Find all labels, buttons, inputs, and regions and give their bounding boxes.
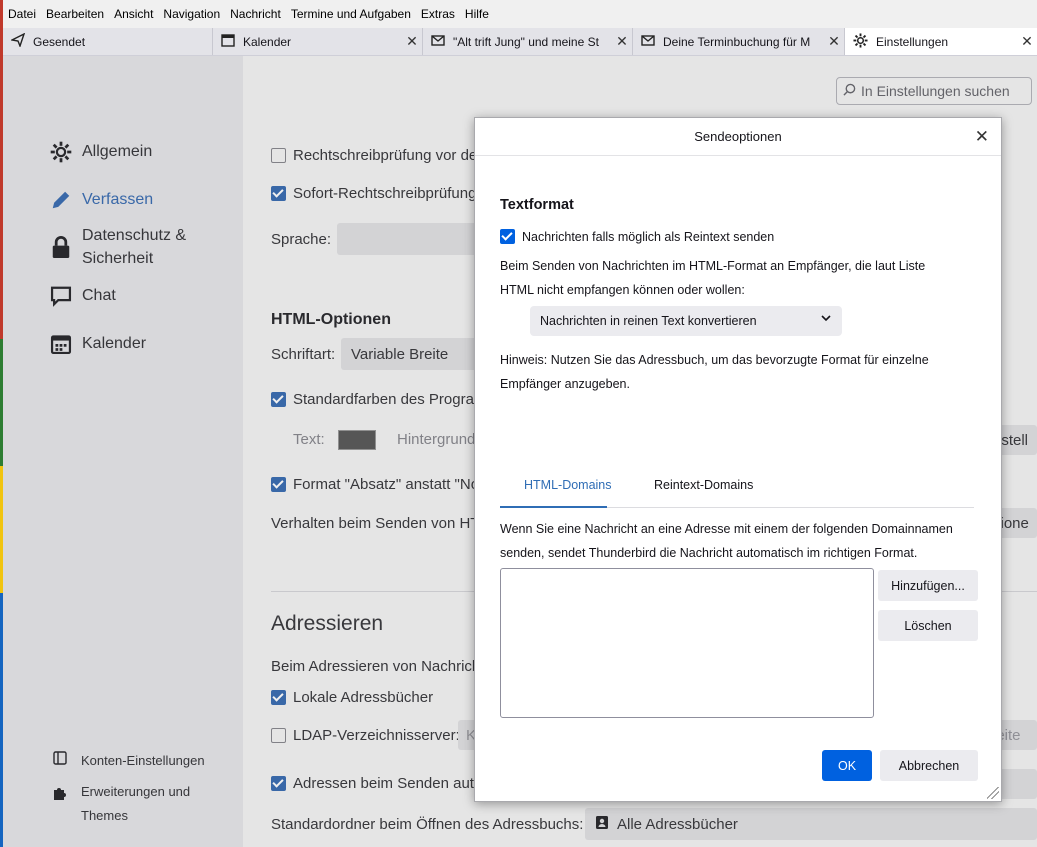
- tab-mail-1[interactable]: "Alt trift Jung" und meine St ✕: [423, 28, 633, 55]
- selected-tab-indicator: [500, 506, 607, 508]
- menu-navigation[interactable]: Navigation: [158, 7, 225, 21]
- menu-hilfe[interactable]: Hilfe: [460, 7, 494, 21]
- mail-icon: [641, 33, 655, 50]
- close-icon[interactable]: ✕: [975, 127, 989, 147]
- menu-ansicht[interactable]: Ansicht: [109, 7, 158, 21]
- resize-grip-icon[interactable]: [987, 787, 999, 799]
- delete-domain-button[interactable]: Löschen: [878, 610, 978, 641]
- cancel-button[interactable]: Abbrechen: [880, 750, 978, 781]
- textformat-heading: Textformat: [500, 197, 574, 213]
- html-domains-list[interactable]: [500, 568, 874, 718]
- domains-desc-line2: senden, sendet Thunderbird die Nachricht…: [500, 546, 918, 560]
- ok-button[interactable]: OK: [822, 750, 872, 781]
- tab-plaintext-domains[interactable]: Reintext-Domains: [654, 478, 753, 492]
- plaintext-checkbox-label: Nachrichten falls möglich als Reintext s…: [522, 230, 775, 244]
- tab-kalender[interactable]: Kalender ✕: [213, 28, 423, 55]
- tab-bar: Gesendet Kalender ✕ "Alt trift Jung" und…: [3, 28, 1037, 56]
- tab-title: Kalender: [243, 34, 292, 49]
- close-icon[interactable]: ✕: [402, 33, 422, 50]
- dialog-title: Sendeoptionen: [475, 118, 1001, 156]
- tab-title: Deine Terminbuchung für M: [663, 34, 811, 49]
- tab-html-domains[interactable]: HTML-Domains: [524, 478, 612, 492]
- tab-mail-2[interactable]: Deine Terminbuchung für M ✕: [633, 28, 845, 55]
- close-icon[interactable]: ✕: [1017, 33, 1037, 50]
- plaintext-checkbox[interactable]: [500, 229, 515, 244]
- convert-format-value: Nachrichten in reinen Text konvertieren: [540, 314, 757, 328]
- add-domain-button[interactable]: Hinzufügen...: [878, 570, 978, 601]
- send-icon: [9, 32, 26, 50]
- menu-bearbeiten[interactable]: Bearbeiten: [41, 7, 109, 21]
- menu-extras[interactable]: Extras: [416, 7, 460, 21]
- tab-title: Einstellungen: [876, 34, 949, 49]
- domains-desc-line1: Wenn Sie eine Nachricht an eine Adresse …: [500, 522, 953, 536]
- chevron-down-icon: [820, 312, 832, 327]
- send-options-dialog: Sendeoptionen ✕ Textformat Nachrichten f…: [474, 117, 1002, 802]
- tab-title: "Alt trift Jung" und meine St: [453, 34, 599, 49]
- calendar-icon: [221, 33, 235, 50]
- close-icon[interactable]: ✕: [824, 33, 844, 50]
- menu-bar: Datei Bearbeiten Ansicht Navigation Nach…: [3, 0, 1037, 28]
- gear-icon: [853, 32, 868, 51]
- menu-datei[interactable]: Datei: [3, 7, 41, 21]
- menu-termine[interactable]: Termine und Aufgaben: [286, 7, 416, 21]
- close-icon[interactable]: ✕: [612, 33, 632, 50]
- tab-einstellungen[interactable]: Einstellungen ✕: [845, 28, 1037, 55]
- html-recipients-desc-line2: HTML nicht empfangen können oder wollen:: [500, 283, 745, 297]
- menu-nachricht[interactable]: Nachricht: [225, 7, 286, 21]
- tab-title: Gesendet: [33, 34, 86, 49]
- html-recipients-desc-line1: Beim Senden von Nachrichten im HTML-Form…: [500, 259, 926, 273]
- mail-icon: [431, 33, 445, 50]
- tab-gesendet[interactable]: Gesendet: [3, 28, 213, 55]
- hint-line2: Empfänger anzugeben.: [500, 377, 630, 391]
- hint-line1: Hinweis: Nutzen Sie das Adressbuch, um d…: [500, 353, 929, 367]
- convert-format-select[interactable]: Nachrichten in reinen Text konvertieren: [530, 306, 842, 336]
